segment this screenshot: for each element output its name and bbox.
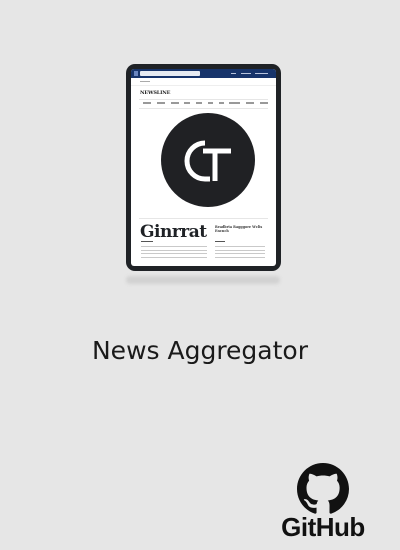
github-octocat-icon [297, 463, 349, 514]
browser-topbar [131, 69, 276, 78]
tablet-screen: NEWSLINE Ginrrat Readbrta Ragggore Wclis… [131, 69, 276, 266]
divider [139, 218, 268, 219]
article-headline: Ginrrat [140, 222, 207, 242]
tablet-mockup: NEWSLINE Ginrrat Readbrta Ragggore Wclis… [126, 64, 281, 271]
site-brand: NEWSLINE [140, 90, 171, 96]
breadcrumb-bar [131, 78, 276, 86]
divider [139, 108, 268, 109]
menu-item [231, 73, 236, 74]
device-shadow [126, 276, 280, 284]
article-text [141, 246, 207, 258]
gt-logo-icon [184, 140, 231, 182]
github-link[interactable]: GitHub [278, 463, 368, 543]
menu-item [255, 73, 268, 74]
side-headline: Readbrta Ragggore Wclis Encnch [215, 225, 263, 233]
side-text [215, 246, 265, 258]
gt-logo [161, 113, 255, 207]
divider [139, 99, 268, 100]
site-nav [143, 102, 268, 104]
side-underline [215, 241, 225, 242]
page-title: News Aggregator [91, 336, 308, 365]
github-label: GitHub [281, 512, 365, 542]
search-bar [140, 71, 200, 76]
menu-item [241, 73, 251, 74]
app-icon [134, 71, 138, 76]
headline-underline [141, 241, 153, 242]
